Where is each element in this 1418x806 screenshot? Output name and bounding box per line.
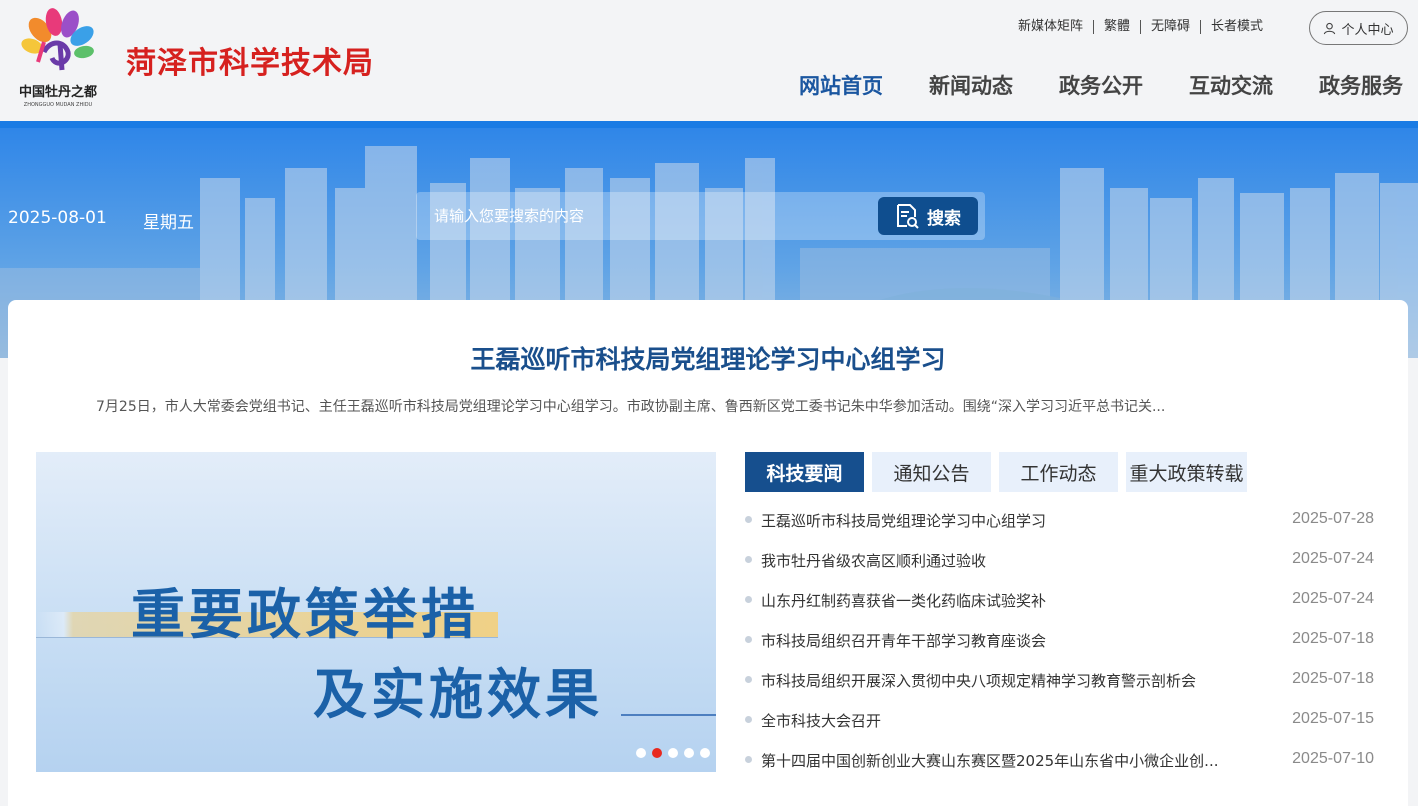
user-center-label: 个人中心: [1341, 22, 1394, 38]
news-date: 2025-07-24: [1292, 550, 1374, 567]
svg-text:ZHONGGUO MUDAN ZHIDU: ZHONGGUO MUDAN ZHIDU: [24, 102, 93, 108]
headline-title[interactable]: 王磊巡听市科技局党组理论学习中心组学习: [8, 340, 1408, 376]
news-item[interactable]: 我市牡丹省级农高区顺利通过验收 2025-07-24: [745, 548, 1375, 572]
image-slider[interactable]: 重要政策举措 及实施效果: [36, 452, 716, 772]
tab-work-updates[interactable]: 工作动态: [999, 452, 1118, 492]
bullet-icon: [745, 596, 752, 603]
bullet-icon: [745, 516, 752, 523]
bullet-icon: [745, 676, 752, 683]
slider-dot[interactable]: [684, 748, 694, 758]
news-item[interactable]: 全市科技大会召开 2025-07-15: [745, 708, 1375, 732]
search-bar: 搜索: [416, 192, 985, 240]
news-item[interactable]: 第十四届中国创新创业大赛山东赛区暨2025年山东省中小微企业创... 2025-…: [745, 748, 1375, 772]
search-button[interactable]: 搜索: [878, 197, 978, 235]
bullet-icon: [745, 636, 752, 643]
header-divider-bar: [0, 121, 1418, 128]
headline-summary[interactable]: 7月25日，市人大常委会党组书记、主任王磊巡听市科技局党组理论学习中心组学习。市…: [96, 396, 1332, 416]
slider-dot[interactable]: [668, 748, 678, 758]
slider-dot-active[interactable]: [652, 748, 662, 758]
search-input[interactable]: [416, 192, 876, 240]
news-title[interactable]: 全市科技大会召开: [761, 710, 1251, 731]
nav-news[interactable]: 新闻动态: [929, 70, 1013, 100]
search-button-label: 搜索: [927, 208, 961, 229]
news-item[interactable]: 王磊巡听市科技局党组理论学习中心组学习 2025-07-28: [745, 508, 1375, 532]
news-date: 2025-07-28: [1292, 510, 1374, 527]
user-center-button[interactable]: 个人中心: [1309, 11, 1408, 45]
user-icon: [1324, 22, 1336, 34]
traditional-chinese-link[interactable]: 繁體: [1094, 19, 1140, 35]
slide-text-line2: 及实施效果: [313, 662, 603, 726]
elder-mode-link[interactable]: 长者模式: [1201, 19, 1273, 35]
tab-policy-reprints[interactable]: 重大政策转载: [1126, 452, 1247, 492]
main-content: 王磊巡听市科技局党组理论学习中心组学习 7月25日，市人大常委会党组书记、主任王…: [8, 300, 1408, 806]
tab-tech-news[interactable]: 科技要闻: [745, 452, 864, 492]
news-title[interactable]: 市科技局组织开展深入贯彻中央八项规定精神学习教育警示剖析会: [761, 670, 1251, 691]
slider-dot[interactable]: [700, 748, 710, 758]
bullet-icon: [745, 556, 752, 563]
top-links: 新媒体矩阵 繁體 无障碍 长者模式: [1008, 19, 1273, 35]
media-matrix-link[interactable]: 新媒体矩阵: [1008, 19, 1093, 35]
news-title[interactable]: 我市牡丹省级农高区顺利通过验收: [761, 550, 1251, 571]
news-date: 2025-07-18: [1292, 670, 1374, 687]
accessibility-link[interactable]: 无障碍: [1141, 19, 1200, 35]
main-nav: 网站首页 新闻动态 政务公开 互动交流 政务服务: [0, 70, 1418, 100]
current-date: 2025-08-01: [8, 208, 107, 228]
news-item[interactable]: 山东丹红制药喜获省一类化药临床试验奖补 2025-07-24: [745, 588, 1375, 612]
tab-notices[interactable]: 通知公告: [872, 452, 991, 492]
nav-services[interactable]: 政务服务: [1319, 70, 1403, 100]
news-item[interactable]: 市科技局组织开展深入贯彻中央八项规定精神学习教育警示剖析会 2025-07-18: [745, 668, 1375, 692]
news-title[interactable]: 市科技局组织召开青年干部学习教育座谈会: [761, 630, 1251, 651]
site-header: 中国牡丹之都 ZHONGGUO MUDAN ZHIDU 菏泽市科学技术局 新媒体…: [0, 0, 1418, 121]
nav-interaction[interactable]: 互动交流: [1189, 70, 1273, 100]
news-title[interactable]: 山东丹红制药喜获省一类化药临床试验奖补: [761, 590, 1251, 611]
nav-home[interactable]: 网站首页: [799, 70, 883, 100]
news-date: 2025-07-15: [1292, 710, 1374, 727]
slider-dot[interactable]: [636, 748, 646, 758]
slide-text-line1: 重要政策举措: [131, 582, 479, 646]
news-item[interactable]: 市科技局组织召开青年干部学习教育座谈会 2025-07-18: [745, 628, 1375, 652]
nav-gov-affairs[interactable]: 政务公开: [1059, 70, 1143, 100]
search-document-icon: [897, 204, 919, 229]
slide-rule: [621, 714, 716, 716]
news-date: 2025-07-18: [1292, 630, 1374, 647]
slider-dots: [636, 748, 710, 758]
bullet-icon: [745, 716, 752, 723]
bullet-icon: [745, 756, 752, 763]
news-title[interactable]: 王磊巡听市科技局党组理论学习中心组学习: [761, 510, 1251, 531]
news-title[interactable]: 第十四届中国创新创业大赛山东赛区暨2025年山东省中小微企业创...: [761, 750, 1251, 771]
current-weekday: 星期五: [143, 213, 194, 233]
news-date: 2025-07-24: [1292, 590, 1374, 607]
news-date: 2025-07-10: [1292, 750, 1374, 767]
